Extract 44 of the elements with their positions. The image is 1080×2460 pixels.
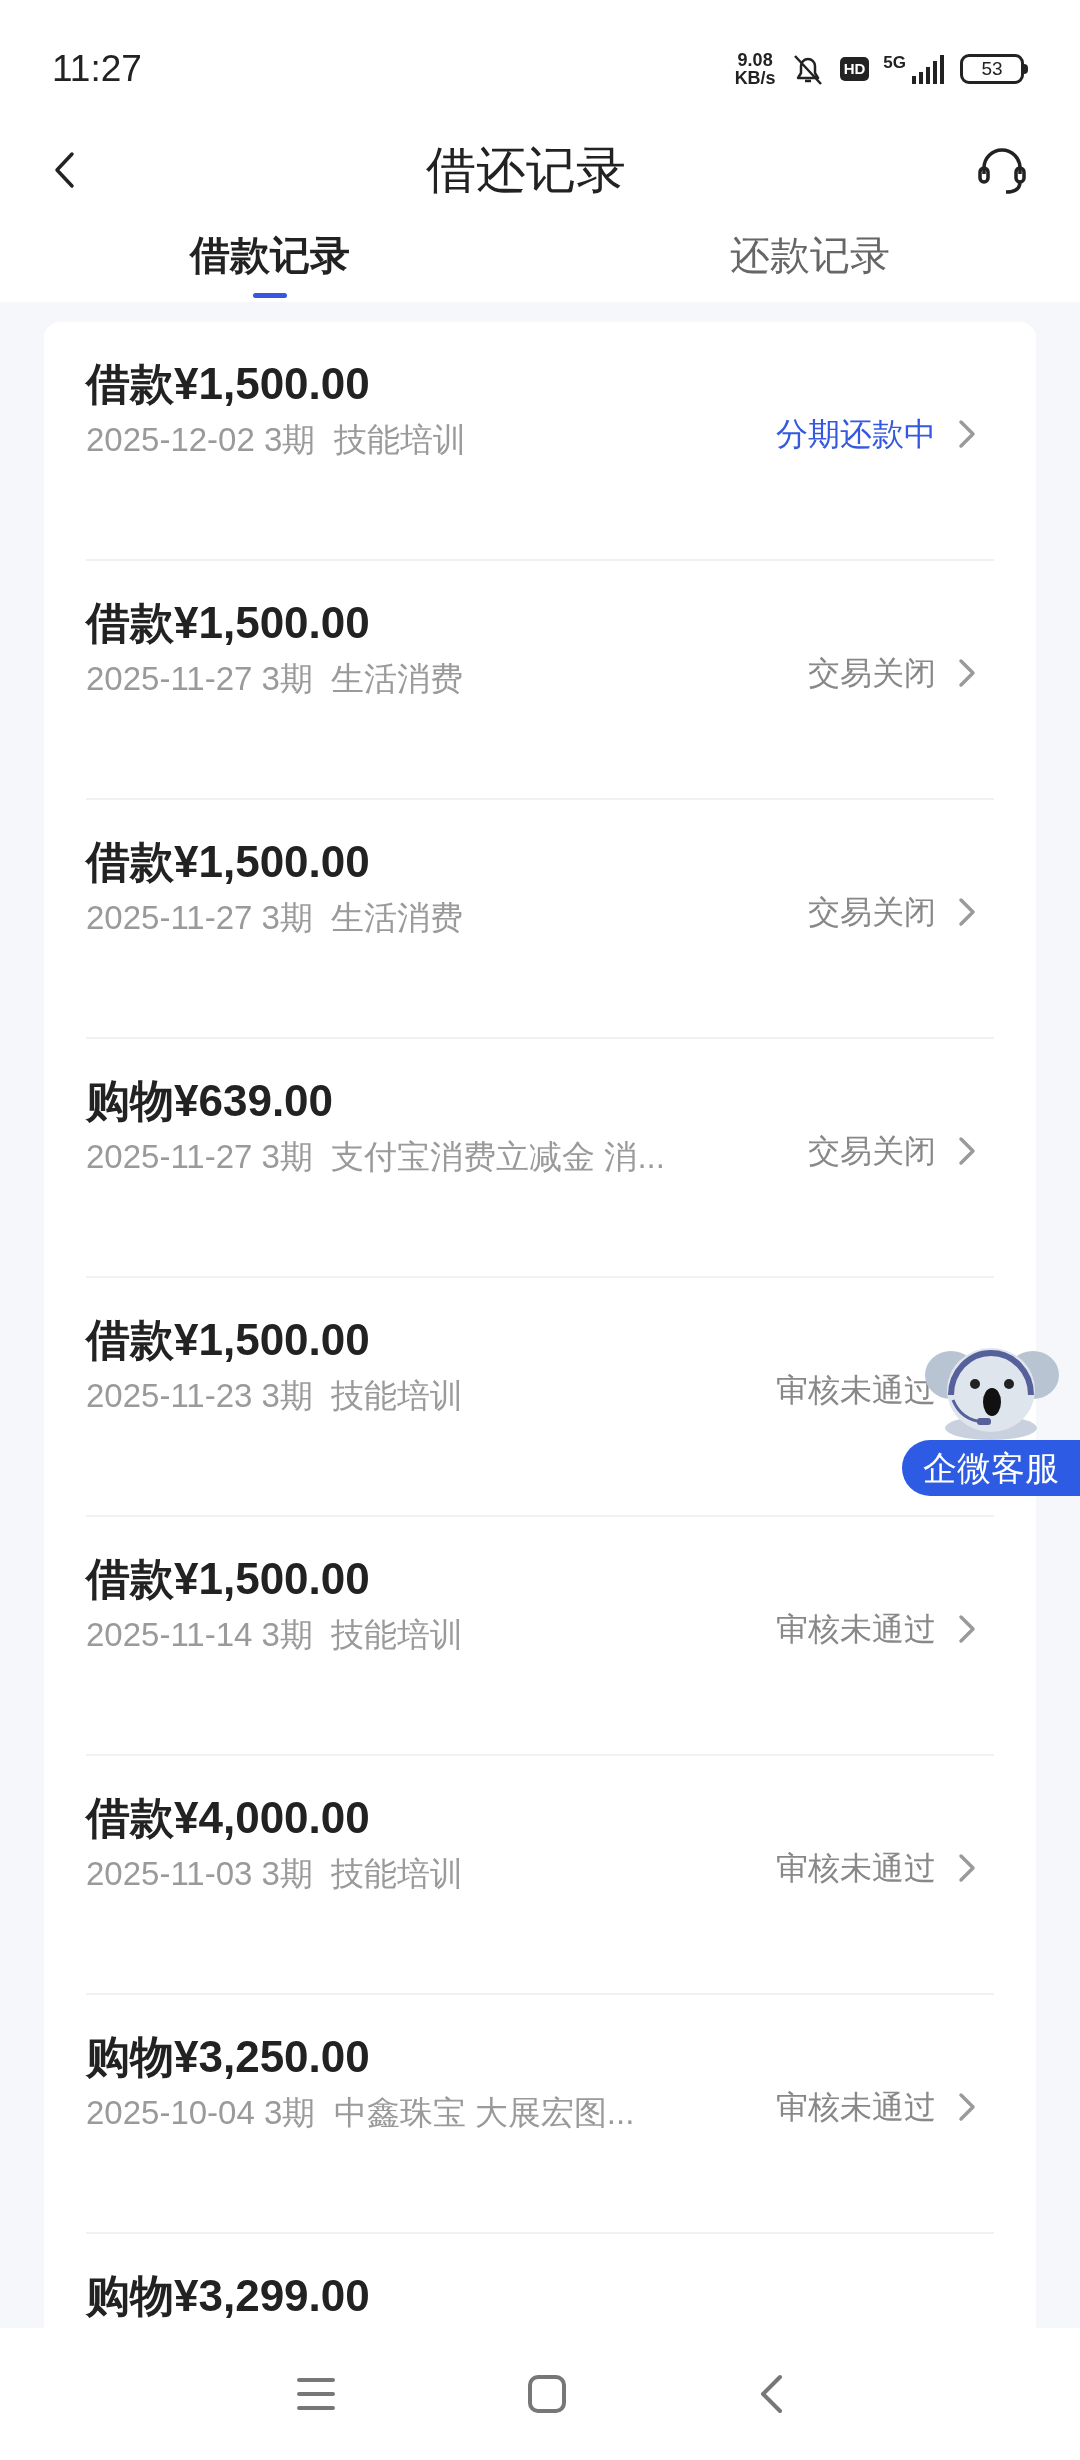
chevron-right-icon (958, 1136, 976, 1166)
record-status: 审核未通过 (776, 2088, 936, 2127)
home-icon[interactable] (527, 2374, 567, 2414)
chevron-right-icon (958, 2092, 976, 2122)
page-title: 借还记录 (426, 140, 626, 200)
record-details: 2025-11-27 3期 支付宝消费立减金 消... (86, 1137, 665, 1177)
chevron-right-icon (958, 1853, 976, 1883)
signal-icon (910, 54, 946, 84)
record-amount: 购物¥3,299.00 (86, 2270, 370, 2322)
record-amount: 借款¥1,500.00 (86, 836, 371, 888)
record-amount: 借款¥1,500.00 (86, 1314, 371, 1366)
tab[interactable]: 还款记录 (540, 210, 1080, 302)
record-details: 2025-11-14 3期 技能培训 (86, 1615, 464, 1655)
record-details: 2025-12-02 3期 技能培训 (86, 420, 466, 460)
menu-icon[interactable] (295, 2376, 336, 2412)
record-amount: 借款¥4,000.00 (86, 1792, 371, 1844)
record-status: 分期还款中 (776, 415, 936, 454)
record-status: 交易关闭 (808, 893, 936, 932)
record-details: 2025-11-03 3期 技能培训 (86, 1854, 464, 1894)
chevron-right-icon (958, 1614, 976, 1644)
network-speed: 9.08 KB/s (734, 51, 776, 87)
record-amount: 借款¥1,500.00 (86, 597, 371, 649)
record-status: 审核未通过 (776, 1849, 936, 1888)
record-amount: 购物¥639.00 (86, 1075, 335, 1127)
chevron-right-icon (958, 897, 976, 927)
record-details: 2025-10-04 3期 中鑫珠宝 大展宏图... (86, 2093, 635, 2133)
record-status: 交易关闭 (808, 1132, 936, 1171)
record-amount: 借款¥1,500.00 (86, 358, 371, 410)
record-amount: 借款¥1,500.00 (86, 1553, 371, 1605)
record-status: 交易关闭 (808, 654, 936, 693)
chevron-right-icon (958, 658, 976, 688)
battery-indicator: 53 (960, 54, 1024, 84)
chevron-right-icon (958, 419, 976, 449)
tab[interactable]: 借款记录 (0, 210, 540, 302)
record-details: 2025-11-27 3期 生活消费 (86, 898, 464, 938)
record-details: 2025-11-27 3期 生活消费 (86, 659, 464, 699)
network-type: 5G (883, 54, 906, 71)
back-icon[interactable] (52, 150, 76, 190)
status-time: 11:27 (52, 47, 142, 92)
customer-service-button[interactable]: 企微客服 (902, 1440, 1080, 1496)
record-amount: 购物¥3,250.00 (86, 2031, 371, 2083)
record-details: 2025-11-23 3期 技能培训 (86, 1376, 464, 1416)
hd-badge: HD (839, 57, 870, 81)
record-status: 审核未通过 (776, 1610, 936, 1649)
